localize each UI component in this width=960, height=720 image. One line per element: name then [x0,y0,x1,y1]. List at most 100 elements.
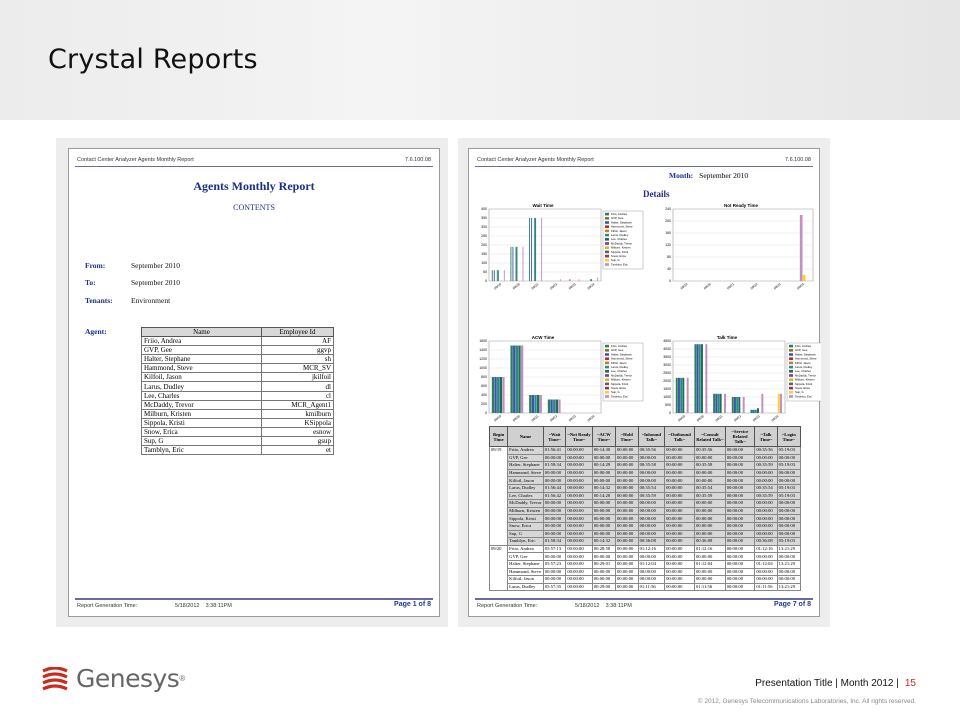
chart-bar [724,393,726,413]
detail-value-cell: 00:00:00 [693,575,726,584]
agent-row: Larus, Dudley dl [141,381,334,392]
chart-x-tick: 09/24 [587,282,596,290]
chart-bar [539,395,542,413]
slide-title: Crystal Reports [48,44,258,75]
detail-value-cell: 00:00:00 [754,453,778,463]
agent-name-cell: GVP, Gee [141,345,262,356]
chart-x-tick: 09/20 [703,282,712,290]
agent-id-cell: jkilfoil [261,372,334,383]
agent-id-cell: MCR_SV [261,363,334,374]
presentation-title-footer: Presentation Title | Month 2012 | [755,678,899,689]
detail-value-cell: 00:00:00 [724,529,756,539]
detail-value-cell: 00:00:00 [637,499,666,508]
chart-y-tick: 0 [669,411,671,415]
detail-value-cell: 00:00:00 [776,575,802,584]
agent-name-cell: Milburn, Kristen [141,408,262,419]
chart-y-tick: 120 [665,243,671,247]
detail-value-cell: 00:00:00 [724,521,756,531]
detail-value-cell: 00:36:08 [754,537,778,546]
chart-legend: Friio, AndreaGVP, GeeHalter, StephaneHam… [602,210,644,270]
detail-value-cell: 00:35:59 [754,491,778,501]
chart-x-tick: 09/22 [549,282,558,290]
to-value: September 2010 [131,278,180,287]
chart-title: ACW Time [532,335,555,340]
detail-row: Halter, Stephane 01:58:34 00:00:00 00:14:29… [490,461,802,470]
chart-1: Not Ready Time 0 40 80 120 160 200 240 09/19 09/2… [665,203,814,290]
chart-legend-swatch [605,212,609,216]
detail-value-cell: 00:00:00 [664,446,695,455]
detail-value-cell: 00:00:00 [614,499,639,508]
detail-table: Begin Time Name ~Wait Time~ ~Not Ready Time… [488,426,802,592]
detail-value-cell: 00:00:00 [754,468,778,478]
detail-value-cell: 00:00:00 [724,461,756,470]
report-header: Contact Center Analyzer Agents Monthly R… [475,155,813,167]
chart-bar [717,393,720,413]
agent-row: Sup, Ggsup [141,436,334,447]
detail-value-cell: 05:19:03 [776,446,802,455]
chart-bar [499,377,502,413]
detail-value-cell: 01:12:04 [637,559,666,569]
agents-header-name: Name [141,327,262,337]
chart-legend-swatch [605,221,609,224]
chart-bar [520,345,524,413]
detail-row: GVP, Gee 00:00:00 00:00:00 00:00:00 00:00:00… [490,552,802,561]
chart-x-tick: 09/24 [587,414,596,422]
chart-bar [694,344,697,413]
detail-value-cell: 00:00:00 [614,552,639,561]
detail-header-cell: ~Login Time~ [776,426,802,447]
chart-bar [491,270,493,281]
chart-legend-swatch [605,353,609,356]
detail-name-cell: Sup, G [507,529,544,539]
chart-y-tick: 600 [481,384,487,388]
report-page-contents: Contact Center Analyzer Agents Monthly R… [68,148,440,617]
chart-x-tick: 09/19 [680,282,689,290]
chart-bar [780,393,782,413]
detail-value-cell: 00:00:00 [614,521,639,531]
agent-id-cell: gsup [261,436,334,447]
detail-row: Larus, Dudley 05:57:35 00:00:00 00:29:00 00:… [490,582,802,592]
chart-bar [736,397,739,413]
chart-bar [531,218,533,281]
detail-value-cell: 01:58:34 [542,461,567,470]
detail-value-cell: 00:00:00 [591,468,616,478]
chart-3: Talk Time 0 500 1000 1500 2000 2500 3000 3500 400… [663,335,821,422]
detail-value-cell: 13:21:29 [776,582,802,592]
chart-legend-swatch [605,361,609,365]
detail-row: GVP, Gee 00:00:00 00:00:00 00:00:00 00:00:00… [490,453,802,463]
chart-x-tick: 09/24 [771,414,780,422]
agent-row: Hammond, Steve MCR_SV [141,363,334,374]
detail-value-cell: 00:36:08 [693,537,726,546]
detail-value-cell: 00:00:00 [724,582,756,592]
chart-y-tick: 2000 [663,379,671,383]
detail-value-cell: 05:57:23 [542,559,567,569]
chart-legend-label: Tamblyn, Eric [611,262,628,266]
detail-name-cell: Kilfoil, Jason [507,476,544,485]
chart-y-tick: 1500 [663,387,671,391]
chart-bar [713,393,716,413]
from-row: From: September 2010 [85,261,285,271]
chart-bar [698,344,701,413]
detail-begin-time: 09/20 [488,544,509,592]
detail-row: Sup, G 00:00:00 00:00:00 00:00:00 00:00:00 00… [490,529,802,539]
detail-value-cell: 00:00:00 [565,453,593,463]
chart-bar [535,218,537,281]
agent-name-cell: Kilfoil, Jason [141,372,262,383]
detail-value-cell: 00:00:00 [637,529,666,539]
detail-value-cell: 00:00:00 [664,582,695,592]
chart-x-tick: 09/20 [696,414,705,422]
chart-y-tick: 1000 [479,366,487,370]
detail-value-cell: 00:00:00 [591,521,616,531]
chart-bar [799,215,803,281]
chart-x-tick: 09/19 [677,414,686,422]
detail-row: Hammond, Steve 00:00:00 00:00:00 00:00:00 00… [490,468,802,478]
detail-value-cell: 01:11:56 [693,582,726,592]
chart-y-tick: 4500 [663,339,671,343]
detail-value-cell: 00:00:00 [724,575,756,584]
agent-id-cell: AF [261,335,334,347]
chart-legend-swatch [789,344,793,348]
detail-value-cell: 01:12:16 [754,544,778,554]
copyright-notice: © 2012, Genesys Telecommunications Labor… [697,698,916,705]
agent-name-cell: Sup, G [141,436,262,447]
detail-value-cell: 00:00:00 [776,506,802,516]
chart-legend-swatch [605,246,609,249]
